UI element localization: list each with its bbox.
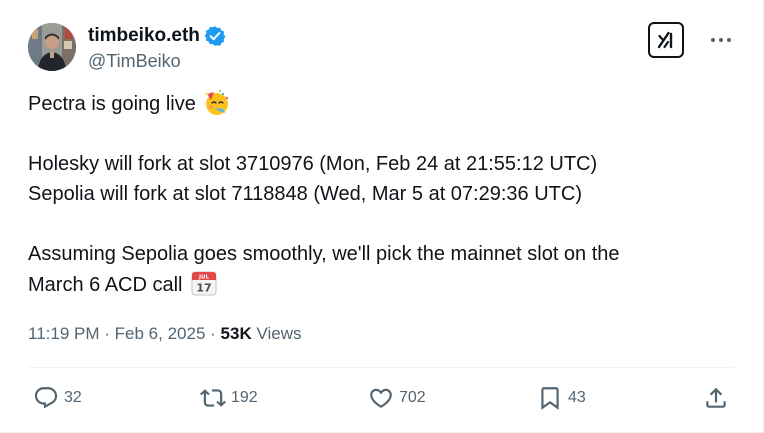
bookmark-button[interactable]: 43	[537, 380, 586, 416]
tweet-line-text: March 6 ACD call	[28, 274, 183, 296]
author-display-name[interactable]: timbeiko.eth	[88, 25, 200, 47]
more-options-button[interactable]	[707, 28, 735, 52]
like-button[interactable]: 702	[368, 380, 426, 416]
views-label: Views	[256, 324, 302, 343]
share-icon	[706, 387, 726, 408]
avatar[interactable]	[28, 23, 76, 71]
tweet-line: Sepolia will fork at slot 7118848 (Wed, …	[28, 183, 582, 205]
repost-icon	[200, 389, 226, 407]
reply-icon	[34, 387, 58, 409]
tweet-line: Pectra is going live	[28, 88, 728, 119]
tweet-card: timbeiko.eth @TimBeiko Pectra is going l…	[0, 0, 764, 433]
tweet-header: timbeiko.eth @TimBeiko	[28, 22, 735, 74]
views-count[interactable]: 53K	[221, 324, 252, 343]
repost-count: 192	[231, 389, 258, 406]
tweet-line: Holesky will fork at slot 3710976 (Mon, …	[28, 153, 598, 175]
action-bar: 32 192 702 43	[28, 380, 735, 416]
tweet-line: Assuming Sepolia goes smoothly, we'll pi…	[28, 243, 620, 265]
calendar-emoji-icon: JUL 17	[190, 269, 218, 297]
tweet-line: March 6 ACD call JUL 17	[28, 269, 728, 300]
like-count: 702	[399, 389, 426, 406]
divider	[28, 367, 735, 368]
share-button[interactable]	[703, 380, 729, 416]
reply-count: 32	[64, 389, 82, 406]
bookmark-count: 43	[568, 389, 586, 406]
tweet-text: Pectra is going live Holesky will fork a…	[28, 88, 728, 300]
tweet-meta: 11:19 PM · Feb 6, 2025 · 53K Views	[28, 322, 302, 346]
tweet-line-text: Pectra is going live	[28, 93, 196, 115]
author-block: timbeiko.eth @TimBeiko	[88, 25, 226, 72]
repost-button[interactable]: 192	[200, 380, 258, 416]
tweet-time[interactable]: 11:19 PM	[28, 324, 100, 343]
heart-icon	[370, 388, 392, 408]
author-name[interactable]: timbeiko.eth	[88, 25, 226, 47]
reply-button[interactable]: 32	[33, 380, 82, 416]
tweet-date[interactable]: Feb 6, 2025	[115, 324, 206, 343]
calendar-emoji-month: JUL	[198, 275, 210, 281]
bookmark-icon	[541, 387, 559, 410]
author-handle[interactable]: @TimBeiko	[88, 50, 226, 72]
meta-separator: ·	[210, 324, 216, 343]
calendar-emoji-day: 17	[196, 282, 211, 295]
grok-icon	[657, 31, 673, 49]
more-dots-icon	[711, 38, 731, 42]
grok-button[interactable]	[648, 22, 684, 58]
verified-badge-icon	[204, 25, 226, 47]
meta-separator: ·	[104, 324, 110, 343]
partying-face-emoji-icon	[203, 88, 231, 116]
